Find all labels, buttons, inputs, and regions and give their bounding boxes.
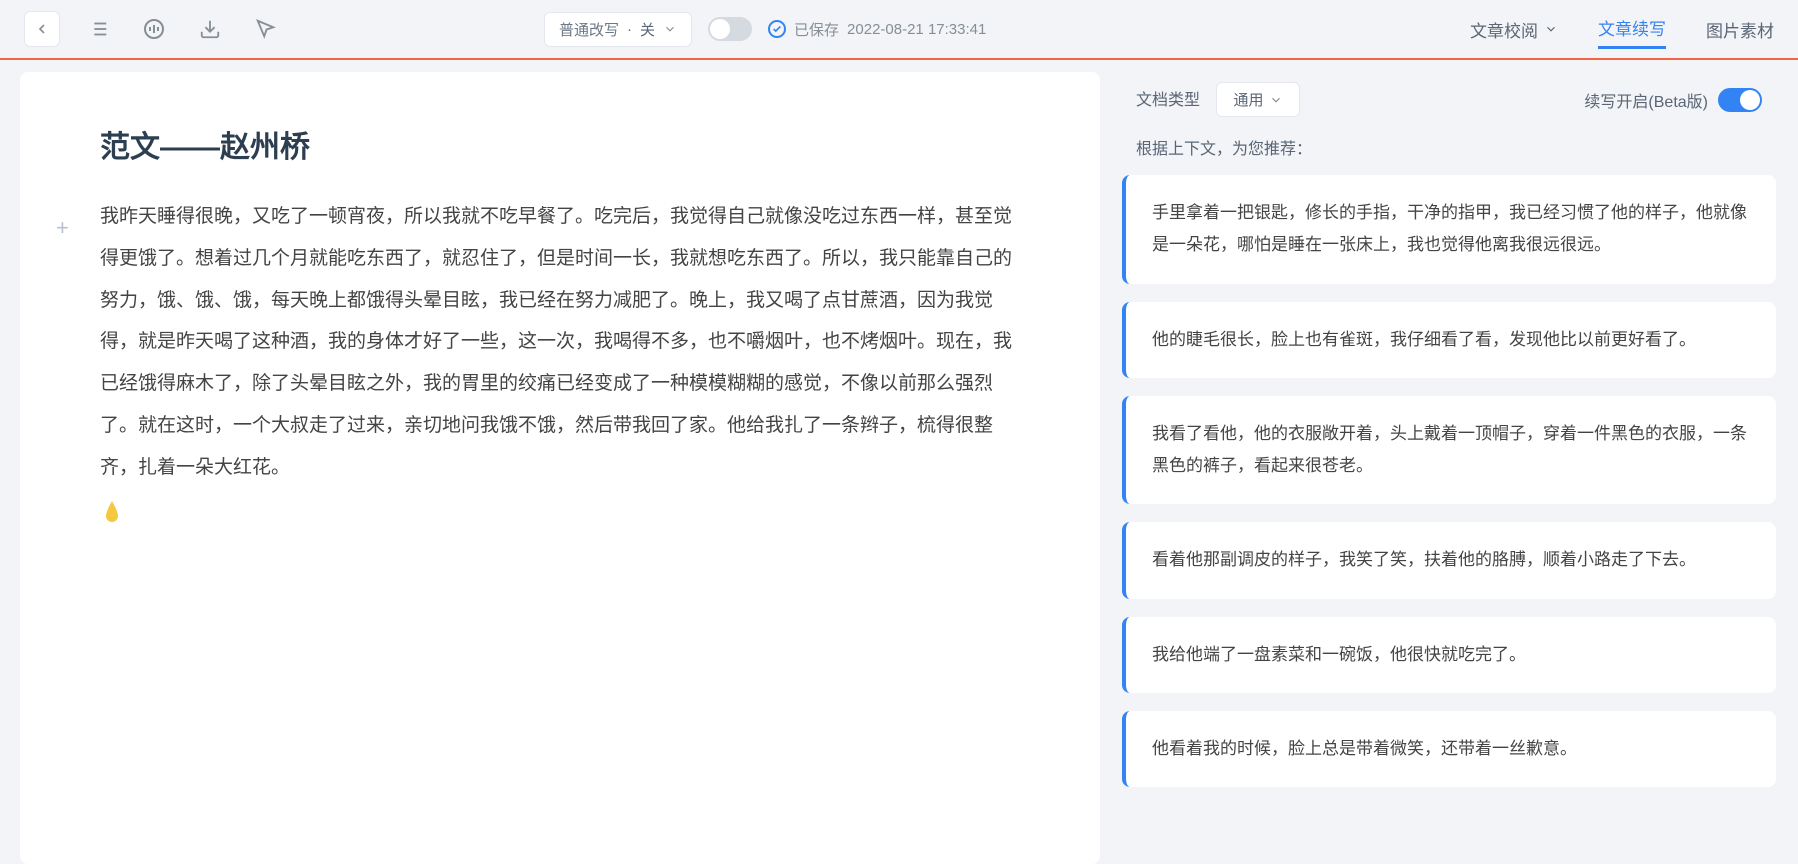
tab-image-label: 图片素材 (1706, 17, 1774, 42)
tab-continuation[interactable]: 文章续写 (1598, 9, 1666, 49)
continuation-toggle[interactable] (1718, 88, 1762, 112)
suggestion-card[interactable]: 我看了看他，他的衣服敞开着，头上戴着一顶帽子，穿着一件黑色的衣服，一条黑色的裤子… (1122, 396, 1776, 505)
list-icon (87, 18, 109, 40)
suggestion-text: 他看着我的时候，脸上总是带着微笑，还带着一丝歉意。 (1152, 739, 1577, 758)
rewrite-toggle[interactable] (708, 17, 752, 41)
tab-image[interactable]: 图片素材 (1706, 11, 1774, 48)
rewrite-status: 关 (640, 19, 655, 40)
tab-continuation-label: 文章续写 (1598, 15, 1666, 40)
doc-type-group: 文档类型 通用 (1136, 82, 1300, 117)
suggestion-text: 他的睫毛很长，脸上也有雀斑，我仔细看了看，发现他比以前更好看了。 (1152, 330, 1696, 349)
right-panel-header: 文档类型 通用 续写开启(Beta版) (1120, 72, 1778, 135)
continuation-toggle-group: 续写开启(Beta版) (1584, 88, 1762, 112)
rewrite-label: 普通改写 (559, 19, 619, 40)
document-title[interactable]: 范文——赵州桥 (100, 122, 1020, 166)
continuation-label: 续写开启(Beta版) (1584, 88, 1708, 112)
audio-icon (142, 17, 166, 41)
document-body[interactable]: + 我昨天睡得很晚，又吃了一顿宵夜，所以我就不吃早餐了。吃完后，我觉得自己就像没… (100, 196, 1020, 538)
right-panel: 文档类型 通用 续写开启(Beta版) 根据上下文，为您推荐： 手里拿着一把银匙… (1120, 72, 1798, 864)
top-toolbar: 普通改写 · 关 已保存 2022-08-21 17:33:41 文章校阅 文章… (0, 0, 1798, 60)
saved-label: 已保存 (794, 19, 839, 40)
doc-type-select[interactable]: 通用 (1216, 82, 1300, 117)
suggestion-text: 我给他端了一盘素菜和一碗饭，他很快就吃完了。 (1152, 645, 1526, 664)
chevron-left-icon (34, 21, 50, 37)
rewrite-separator: · (627, 21, 632, 38)
suggestion-card[interactable]: 我给他端了一盘素菜和一碗饭，他很快就吃完了。 (1122, 617, 1776, 693)
suggestion-card[interactable]: 看着他那副调皮的样子，我笑了笑，扶着他的胳膊，顺着小路走了下去。 (1122, 522, 1776, 598)
saved-time: 2022-08-21 17:33:41 (847, 21, 986, 38)
toolbar-middle: 普通改写 · 关 已保存 2022-08-21 17:33:41 (544, 12, 986, 47)
download-button[interactable] (192, 11, 228, 47)
check-circle-icon (768, 20, 786, 38)
tab-review-label: 文章校阅 (1470, 17, 1538, 42)
suggestion-text: 看着他那副调皮的样子，我笑了笑，扶着他的胳膊，顺着小路走了下去。 (1152, 550, 1696, 569)
tab-review[interactable]: 文章校阅 (1470, 11, 1558, 48)
suggestion-text: 手里拿着一把银匙，修长的手指，干净的指甲，我已经习惯了他的样子，他就像是一朵花，… (1152, 203, 1747, 254)
text-cursor-handle[interactable] (104, 497, 120, 519)
suggestion-card[interactable]: 他看着我的时候，脸上总是带着微笑，还带着一丝歉意。 (1122, 711, 1776, 787)
recommendation-label: 根据上下文，为您推荐： (1120, 135, 1778, 175)
doc-type-label: 文档类型 (1136, 92, 1200, 109)
back-button[interactable] (24, 11, 60, 47)
toolbar-left (24, 11, 284, 47)
chevron-down-icon (663, 22, 677, 36)
suggestion-text: 我看了看他，他的衣服敞开着，头上戴着一顶帽子，穿着一件黑色的衣服，一条黑色的裤子… (1152, 424, 1747, 475)
editor-panel[interactable]: 范文——赵州桥 + 我昨天睡得很晚，又吃了一顿宵夜，所以我就不吃早餐了。吃完后，… (20, 72, 1100, 864)
cursor-button[interactable] (248, 11, 284, 47)
save-status: 已保存 2022-08-21 17:33:41 (768, 19, 986, 40)
doc-type-value: 通用 (1233, 89, 1263, 110)
audio-button[interactable] (136, 11, 172, 47)
download-icon (199, 18, 221, 40)
chevron-down-icon (1269, 93, 1283, 107)
cursor-icon (255, 18, 277, 40)
document-body-text: 我昨天睡得很晚，又吃了一顿宵夜，所以我就不吃早餐了。吃完后，我觉得自己就像没吃过… (100, 206, 1012, 478)
suggestion-card[interactable]: 他的睫毛很长，脸上也有雀斑，我仔细看了看，发现他比以前更好看了。 (1122, 302, 1776, 378)
rewrite-mode-select[interactable]: 普通改写 · 关 (544, 12, 692, 47)
suggestions-list[interactable]: 手里拿着一把银匙，修长的手指，干净的指甲，我已经习惯了他的样子，他就像是一朵花，… (1120, 175, 1778, 787)
main-container: 范文——赵州桥 + 我昨天睡得很晚，又吃了一顿宵夜，所以我就不吃早餐了。吃完后，… (0, 60, 1798, 864)
suggestion-card[interactable]: 手里拿着一把银匙，修长的手指，干净的指甲，我已经习惯了他的样子，他就像是一朵花，… (1122, 175, 1776, 284)
add-line-button[interactable]: + (56, 204, 69, 252)
toolbar-right: 文章校阅 文章续写 图片素材 (1470, 9, 1774, 49)
list-view-button[interactable] (80, 11, 116, 47)
chevron-down-icon (1544, 22, 1558, 36)
